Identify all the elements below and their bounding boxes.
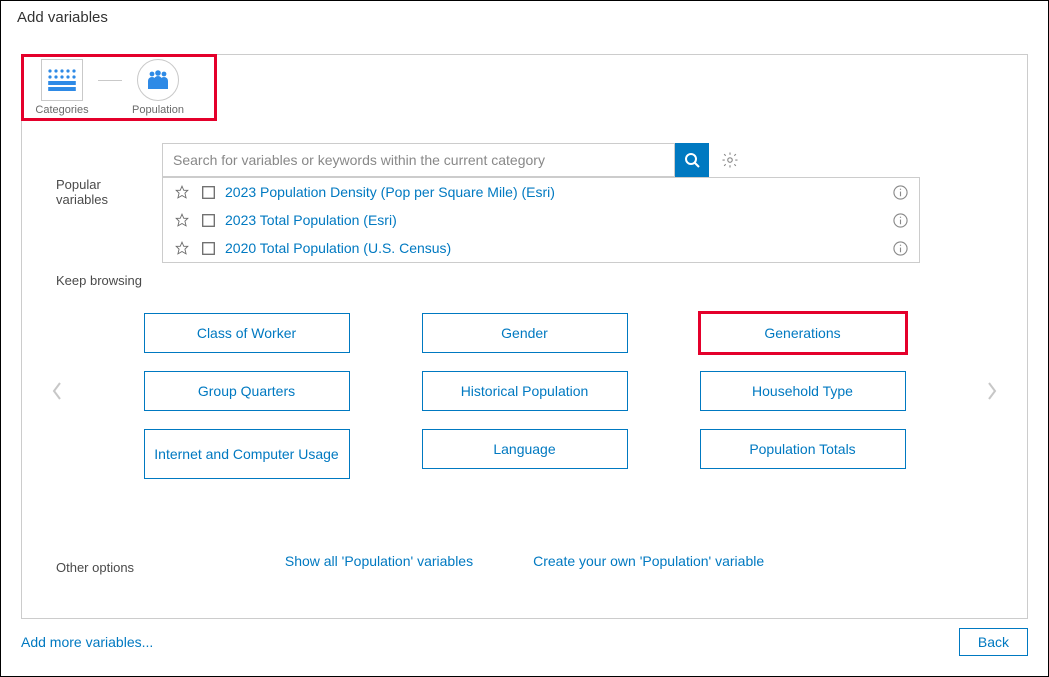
variable-link[interactable]: 2023 Population Density (Pop per Square … [225, 184, 891, 200]
tile-language[interactable]: Language [422, 429, 628, 469]
select-checkbox[interactable] [199, 239, 217, 257]
tile-population-totals[interactable]: Population Totals [700, 429, 906, 469]
other-options-row: Show all 'Population' variables Create y… [22, 553, 1027, 569]
breadcrumb-connector [98, 80, 122, 81]
show-all-link[interactable]: Show all 'Population' variables [285, 553, 473, 569]
breadcrumb-categories-label: Categories [35, 104, 88, 116]
chevron-right-icon [986, 381, 998, 401]
select-checkbox[interactable] [199, 183, 217, 201]
popular-row: 2023 Total Population (Esri) [163, 206, 919, 234]
star-icon [175, 185, 189, 199]
popular-variables-label: Popular variables [56, 177, 146, 207]
info-icon [893, 241, 908, 256]
search-button[interactable] [675, 143, 709, 177]
checkbox-icon [202, 214, 215, 227]
variable-link[interactable]: 2020 Total Population (U.S. Census) [225, 240, 891, 256]
star-icon [175, 213, 189, 227]
subcategory-carousel: Class of Worker Gender Generations Group… [42, 313, 1007, 469]
gear-icon [721, 151, 739, 169]
keep-browsing-label: Keep browsing [56, 273, 146, 288]
tile-internet-computer-usage[interactable]: Internet and Computer Usage [144, 429, 350, 479]
search-row [162, 143, 747, 177]
info-button[interactable] [891, 211, 909, 229]
favorite-button[interactable] [173, 239, 191, 257]
favorite-button[interactable] [173, 183, 191, 201]
dialog-title: Add variables [1, 1, 1048, 34]
dialog-window: Add variables Cate [0, 0, 1049, 677]
tile-generations[interactable]: Generations [700, 313, 906, 353]
carousel-next-button[interactable] [977, 371, 1007, 411]
select-checkbox[interactable] [199, 211, 217, 229]
tile-group-quarters[interactable]: Group Quarters [144, 371, 350, 411]
breadcrumb-population[interactable]: Population [122, 59, 194, 116]
categories-icon [41, 59, 83, 101]
add-more-variables-link[interactable]: Add more variables... [21, 634, 153, 650]
breadcrumb-categories[interactable]: Categories [26, 59, 98, 116]
popular-row: 2020 Total Population (U.S. Census) [163, 234, 919, 262]
create-variable-link[interactable]: Create your own 'Population' variable [533, 553, 764, 569]
breadcrumb-highlight: Categories Popula [21, 54, 217, 121]
checkbox-icon [202, 186, 215, 199]
population-icon [137, 59, 179, 101]
tile-class-of-worker[interactable]: Class of Worker [144, 313, 350, 353]
info-icon [893, 213, 908, 228]
back-button[interactable]: Back [959, 628, 1028, 656]
checkbox-icon [202, 242, 215, 255]
info-button[interactable] [891, 239, 909, 257]
settings-button[interactable] [713, 143, 747, 177]
content-panel: Categories Popula [21, 54, 1028, 619]
dialog-footer: Add more variables... Back [21, 628, 1028, 656]
info-button[interactable] [891, 183, 909, 201]
popular-variables-list: 2023 Population Density (Pop per Square … [162, 177, 920, 263]
breadcrumb-population-label: Population [132, 104, 184, 116]
tile-historical-population[interactable]: Historical Population [422, 371, 628, 411]
popular-row: 2023 Population Density (Pop per Square … [163, 178, 919, 206]
variable-link[interactable]: 2023 Total Population (Esri) [225, 212, 891, 228]
carousel-prev-button[interactable] [42, 371, 72, 411]
search-input[interactable] [162, 143, 675, 177]
favorite-button[interactable] [173, 211, 191, 229]
star-icon [175, 241, 189, 255]
chevron-left-icon [51, 381, 63, 401]
subcategory-grid: Class of Worker Gender Generations Group… [72, 313, 977, 469]
tile-household-type[interactable]: Household Type [700, 371, 906, 411]
tile-gender[interactable]: Gender [422, 313, 628, 353]
info-icon [893, 185, 908, 200]
breadcrumb: Categories Popula [24, 57, 214, 118]
search-icon [684, 152, 700, 168]
